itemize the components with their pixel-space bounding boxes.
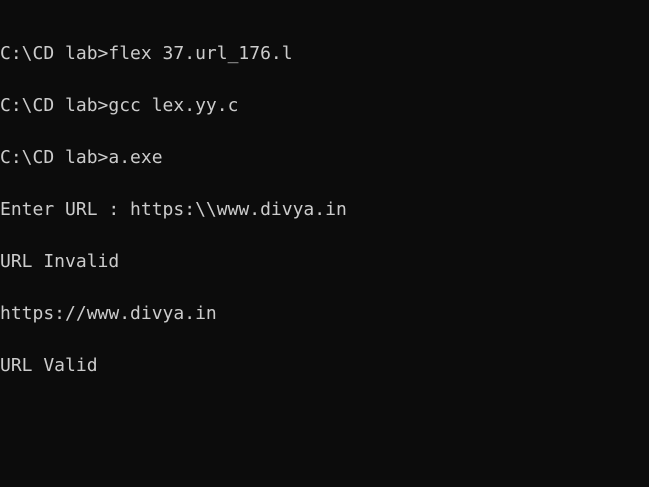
console-window[interactable]: C:\CD lab>flex 37.url_176.l C:\CD lab>gc… <box>0 0 649 487</box>
console-line: URL Invalid <box>0 251 120 272</box>
console-line: C:\CD lab>flex 37.url_176.l <box>0 43 293 64</box>
console-output: C:\CD lab>flex 37.url_176.l C:\CD lab>gc… <box>0 42 347 406</box>
console-line: URL Valid <box>0 355 98 376</box>
console-line: Enter URL : https:\\www.divya.in <box>0 199 347 220</box>
console-line: C:\CD lab>gcc lex.yy.c <box>0 95 239 116</box>
console-line: https://www.divya.in <box>0 303 217 324</box>
console-line: C:\CD lab>a.exe <box>0 147 163 168</box>
